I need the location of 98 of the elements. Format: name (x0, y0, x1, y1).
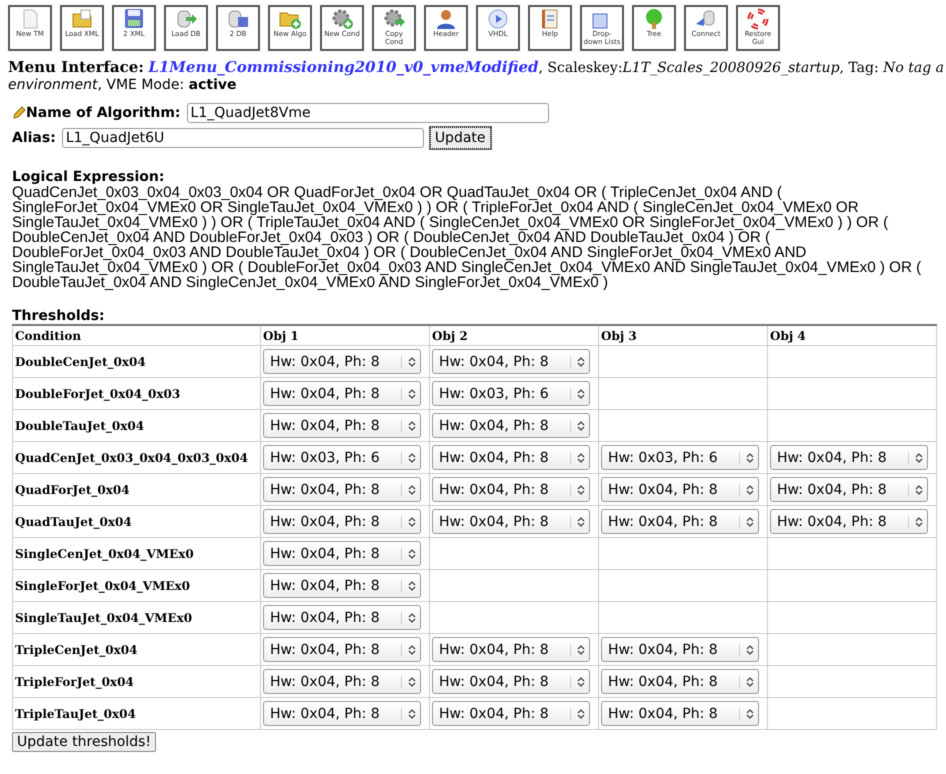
lifebuoy-icon (746, 8, 770, 30)
condition-name: TripleCenJet_0x04 (12, 634, 260, 666)
input-field[interactable]: L1_QuadJet8Vme (186, 102, 549, 122)
threshold-select[interactable]: Hw: 0x04, Ph: 8 (601, 701, 759, 726)
threshold-select[interactable]: Hw: 0x04, Ph: 8 (601, 669, 759, 694)
section-heading: Thresholds: (12, 309, 106, 324)
condition-name: SingleForJet_0x04_VMEx0 (12, 570, 260, 602)
condition-name: DoubleCenJet_0x04 (12, 346, 260, 378)
chevron-icon (401, 484, 416, 496)
chevron-icon (401, 676, 416, 688)
gear-plus-icon (330, 8, 354, 30)
threshold-select[interactable]: Hw: 0x04, Ph: 8 (432, 445, 590, 470)
threshold-select[interactable]: Hw: 0x04, Ph: 8 (432, 701, 590, 726)
column-header: Obj 1 (260, 325, 430, 346)
condition-name: QuadForJet_0x04 (12, 474, 260, 506)
chevron-icon (570, 356, 585, 368)
chevron-icon (401, 580, 416, 592)
condition-name: SingleTauJet_0x04_VMEx0 (12, 602, 260, 634)
chevron-icon (739, 676, 754, 688)
chevron-icon (401, 644, 416, 656)
threshold-select[interactable]: Hw: 0x04, Ph: 8 (263, 541, 421, 566)
chevron-icon (739, 484, 754, 496)
chevron-icon (739, 644, 754, 656)
chevron-icon (401, 516, 416, 528)
threshold-select[interactable]: Hw: 0x04, Ph: 8 (432, 413, 590, 438)
threshold-select[interactable]: Hw: 0x04, Ph: 8 (601, 477, 759, 502)
input-field[interactable]: L1_QuadJet6U (62, 128, 424, 148)
threshold-select[interactable]: Hw: 0x04, Ph: 8 (263, 413, 421, 438)
chevron-icon (401, 708, 416, 720)
chevron-icon (908, 516, 923, 528)
menu-interface-label: Menu Interface: (8, 59, 144, 76)
chevron-icon (401, 452, 416, 464)
threshold-select[interactable]: Hw: 0x04, Ph: 8 (263, 701, 421, 726)
threshold-select[interactable]: Hw: 0x04, Ph: 8 (263, 381, 421, 406)
threshold-select[interactable]: Hw: 0x04, Ph: 8 (432, 509, 590, 534)
chevron-icon (908, 484, 923, 496)
threshold-select[interactable]: Hw: 0x04, Ph: 8 (432, 669, 590, 694)
threshold-select[interactable]: Hw: 0x04, Ph: 8 (770, 445, 928, 470)
scales-tag-info: , Scaleskey:L1T_Scales_20080926_startup, Tag: No tag a (538, 60, 944, 76)
condition-name: QuadCenJet_0x03_0x04_0x03_0x04 (12, 442, 260, 474)
threshold-select[interactable]: Hw: 0x04, Ph: 8 (770, 509, 928, 534)
chevron-icon (401, 356, 416, 368)
threshold-select[interactable]: Hw: 0x03, Ph: 6 (601, 445, 759, 470)
chevron-icon (401, 388, 416, 400)
threshold-select[interactable]: Hw: 0x04, Ph: 8 (432, 637, 590, 662)
threshold-select[interactable]: Hw: 0x04, Ph: 8 (432, 349, 590, 374)
chevron-icon (739, 708, 754, 720)
chevron-icon (570, 516, 585, 528)
field-label: Alias: (12, 130, 56, 146)
column-header: Obj 3 (598, 325, 768, 346)
column-header: Condition (12, 325, 260, 346)
chevron-icon (570, 676, 585, 688)
chevron-icon (570, 644, 585, 656)
chevron-icon (570, 708, 585, 720)
folder-icon (70, 8, 94, 30)
threshold-select[interactable]: Hw: 0x03, Ph: 6 (432, 381, 590, 406)
threshold-select[interactable]: Hw: 0x04, Ph: 8 (263, 605, 421, 630)
chevron-icon (570, 452, 585, 464)
condition-name: TripleForJet_0x04 (12, 666, 260, 698)
threshold-select[interactable]: Hw: 0x04, Ph: 8 (263, 509, 421, 534)
chevron-icon (401, 612, 416, 624)
threshold-select[interactable]: Hw: 0x04, Ph: 8 (263, 573, 421, 598)
threshold-select[interactable]: Hw: 0x04, Ph: 8 (263, 349, 421, 374)
condition-name: DoubleForJet_0x04_0x03 (12, 378, 260, 410)
chevron-icon (570, 388, 585, 400)
threshold-select[interactable]: Hw: 0x03, Ph: 6 (263, 445, 421, 470)
update-thresholds-button[interactable]: Update thresholds! (12, 732, 156, 752)
update-button[interactable]: Update (430, 126, 491, 148)
section-heading: Logical Expression: (12, 170, 166, 185)
threshold-select[interactable]: Hw: 0x04, Ph: 8 (263, 669, 421, 694)
column-header: Obj 2 (430, 325, 598, 346)
play-icon (486, 8, 510, 30)
condition-name: QuadTauJet_0x04 (12, 506, 260, 538)
chevron-icon (401, 420, 416, 432)
database-floppy-icon (226, 8, 250, 30)
chevron-icon (739, 452, 754, 464)
pencil-icon (12, 106, 26, 120)
column-header: Obj 4 (768, 325, 936, 346)
threshold-select[interactable]: Hw: 0x04, Ph: 8 (770, 477, 928, 502)
menu-link[interactable]: L1Menu_Commissioning2010_v0_vmeModified (148, 59, 539, 76)
environment-info: environment, VME Mode: active (8, 77, 238, 94)
logical-expression-text: QuadCenJet_0x03_0x04_0x03_0x04 OR QuadForJet_0x04 OR QuadTauJet_0x04 OR ( TripleCenJet_0x04 AND ( SingleForJet_0x04_VMEx0 OR SingleTauJet_0x04_VMEx0 ) ) OR ( TripleForJet_0x04 AND ( SingleCenJet_0x04_VMEx0 OR SingleTauJet_0x04_VMEx0 ) ) OR ( TripleTauJet_0x04 AND ( SingleCenJet_0x04_VMEx0 OR SingleForJet_0x04_VMEx0 ) ) OR ( DoubleCenJet_0x04 AND DoubleForJet_0x04_0x03 ) OR ( DoubleCenJet_0x04 AND DoubleTauJet_0x04 ) OR ( DoubleForJet_0x04_0x03 AND DoubleTauJet_0x04 ) OR ( DoubleCenJet_0x04 AND SingleForJet_0x04_VMEx0 AND SingleTauJet_0x04_VMEx0 ) OR ( DoubleForJet_0x04_0x03 AND SingleCenJet_0x04_VMEx0 AND SingleTauJet_0x04_VMEx0 ) OR ( DoubleTauJet_0x04 AND SingleCenJet_0x04_VMEx0 AND SingleForJet_0x04_VMEx0 ) (12, 185, 922, 290)
threshold-select[interactable]: Hw: 0x04, Ph: 8 (601, 637, 759, 662)
threshold-select[interactable]: Hw: 0x04, Ph: 8 (263, 477, 421, 502)
chevron-icon (908, 452, 923, 464)
field-label: Name of Algorithm: (26, 104, 181, 120)
person-icon (434, 8, 458, 30)
gear-arrow-icon (382, 8, 406, 30)
threshold-select[interactable]: Hw: 0x04, Ph: 8 (601, 509, 759, 534)
chevron-icon (570, 484, 585, 496)
condition-name: DoubleTauJet_0x04 (12, 410, 260, 442)
chevron-icon (570, 420, 585, 432)
condition-name: TripleTauJet_0x04 (12, 698, 260, 730)
chevron-icon (401, 548, 416, 560)
threshold-select[interactable]: Hw: 0x04, Ph: 8 (432, 477, 590, 502)
chevron-icon (739, 516, 754, 528)
condition-name: SingleCenJet_0x04_VMEx0 (12, 538, 260, 570)
threshold-select[interactable]: Hw: 0x04, Ph: 8 (263, 637, 421, 662)
